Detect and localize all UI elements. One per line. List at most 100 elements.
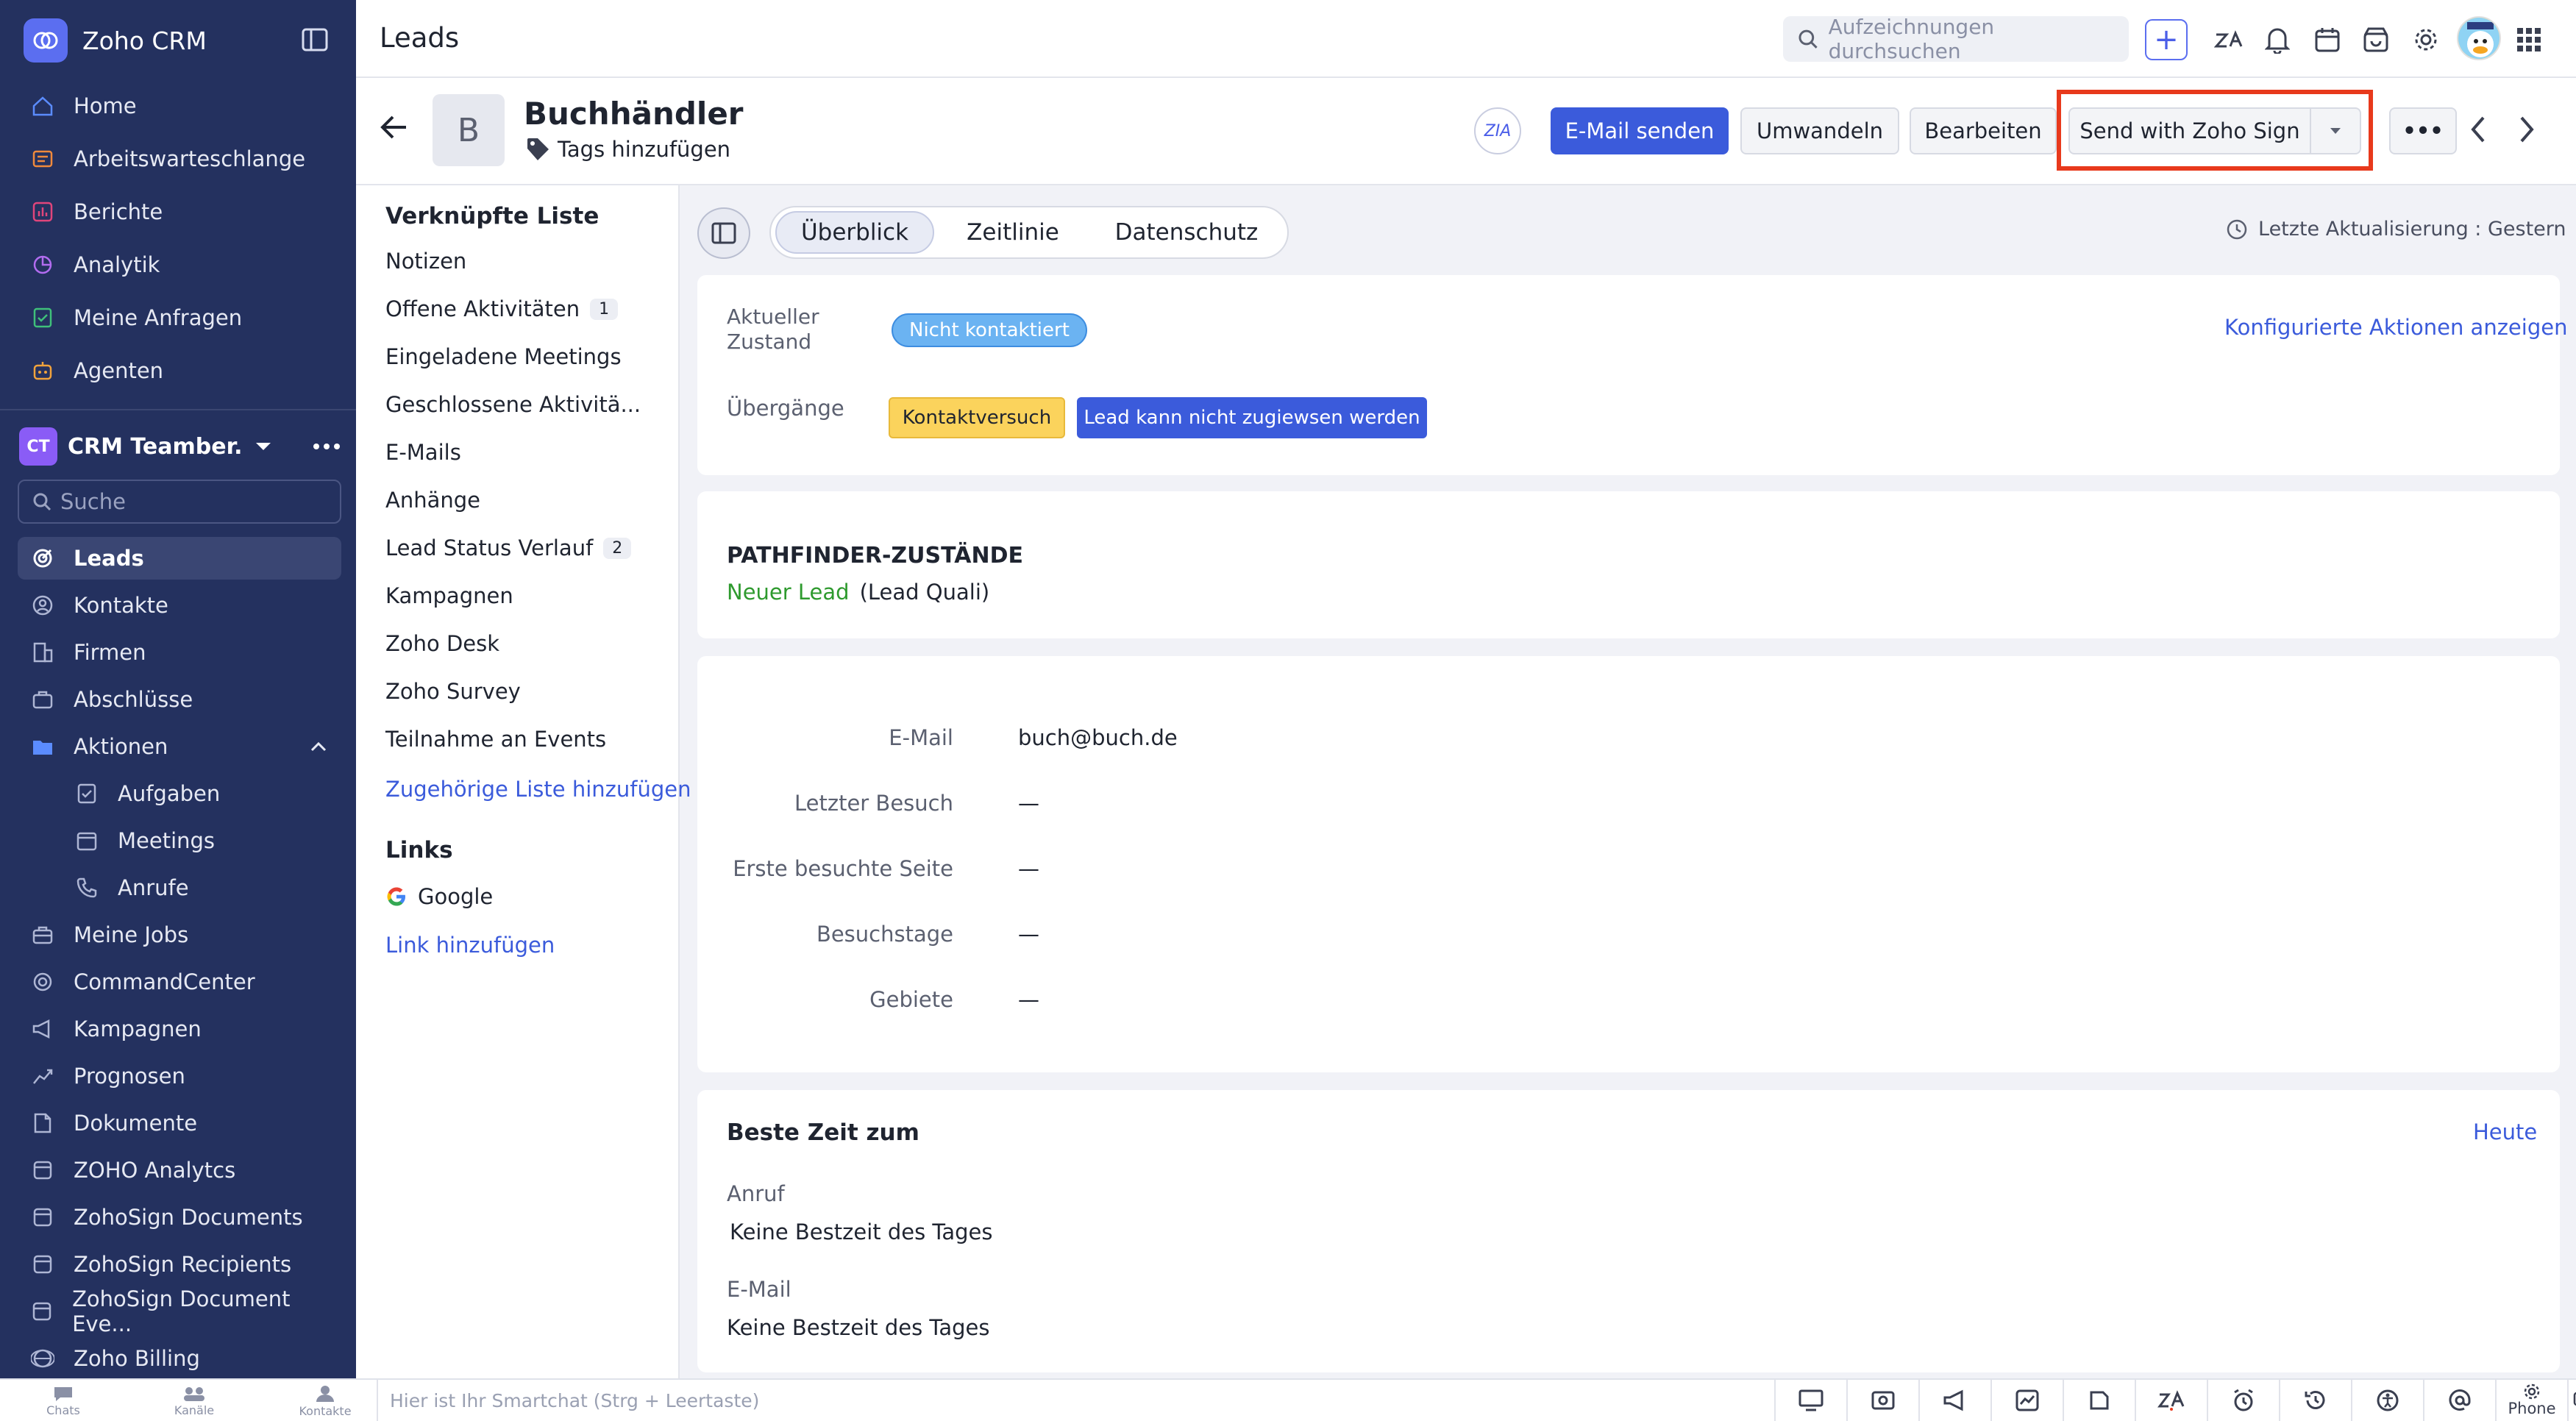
field-value[interactable]: buch@buch.de [1018, 725, 1178, 750]
edit-button[interactable]: Bearbeiten [1910, 107, 2057, 154]
sidebar-item-zoho-analytcs[interactable]: ZOHO Analytcs [18, 1149, 341, 1192]
related-item-zoho-survey[interactable]: Zoho Survey [385, 679, 521, 704]
link-google[interactable]: Google [385, 884, 493, 909]
sidebar-item-leads[interactable]: Leads [18, 537, 341, 580]
google-icon [387, 887, 405, 906]
notifications-bell-icon[interactable] [2261, 24, 2294, 56]
back-arrow-icon[interactable] [380, 115, 409, 140]
zia-icon[interactable] [2213, 24, 2245, 56]
sidebar-item-anrufe[interactable]: Anrufe [18, 866, 341, 909]
screen-share-icon[interactable] [1774, 1380, 1846, 1421]
at-mention-icon[interactable] [2423, 1380, 2495, 1421]
send-with-zoho-sign-button[interactable]: Send with Zoho Sign [2068, 107, 2311, 154]
next-record-icon[interactable] [2517, 115, 2536, 144]
related-item-zoho-desk[interactable]: Zoho Desk [385, 631, 499, 656]
marketplace-icon[interactable] [2360, 24, 2392, 56]
user-avatar[interactable] [2457, 16, 2501, 60]
toggle-related-panel-button[interactable] [697, 207, 750, 259]
sidebar-item-aktionen[interactable]: Aktionen [18, 725, 341, 768]
visitors-icon[interactable] [1846, 1380, 1918, 1421]
smartchat-input[interactable]: Hier ist Ihr Smartchat (Strg + Leertaste… [390, 1390, 759, 1411]
chevron-down-icon[interactable] [255, 441, 272, 452]
tag-icon [527, 138, 549, 160]
related-item-anh-nge[interactable]: Anhänge [385, 488, 480, 513]
chat-bubble-icon[interactable] [2567, 1380, 2576, 1421]
related-item-eingeladene-meetings[interactable]: Eingeladene Meetings [385, 344, 622, 369]
zoho-sign-dropdown-button[interactable] [2310, 107, 2361, 154]
previous-record-icon[interactable] [2469, 115, 2488, 144]
tab-ueberblick[interactable]: Überblick [775, 211, 934, 254]
module-icon [29, 1251, 56, 1278]
alarm-icon[interactable] [2207, 1380, 2279, 1421]
sidebar-item-home[interactable]: Home [18, 85, 341, 127]
related-item-lead-status-verlauf[interactable]: Lead Status Verlauf 2 [385, 535, 632, 560]
field-value: — [1018, 791, 1039, 816]
zia-assist-button[interactable]: ZIA [1474, 107, 1521, 154]
global-search-placeholder: Aufzeichnungen durchsuchen [1828, 15, 1995, 63]
chats-app[interactable]: Chats [19, 1380, 107, 1421]
best-time-today-link[interactable]: Heute [2473, 1119, 2537, 1144]
contacts-app[interactable]: Kontakte [281, 1380, 369, 1421]
utility-tray: Phone [1774, 1380, 2576, 1421]
related-item-e-mails[interactable]: E-Mails [385, 440, 461, 465]
more-actions-button[interactable]: ••• [2389, 107, 2457, 154]
related-item-notizen[interactable]: Notizen [385, 249, 466, 274]
notes-icon[interactable] [2063, 1380, 2135, 1421]
convert-button[interactable]: Umwandeln [1740, 107, 1899, 154]
sidebar-item-zoho-billing[interactable]: Zoho Billing [18, 1337, 341, 1380]
sidebar-item-agenten[interactable]: Agenten [18, 349, 341, 392]
send-email-button[interactable]: E-Mail senden [1551, 107, 1729, 154]
transition-kontaktversuch-button[interactable]: Kontaktversuch [889, 397, 1065, 438]
related-item-kampagnen[interactable]: Kampagnen [385, 583, 513, 608]
sidebar-item-prognosen[interactable]: Prognosen [18, 1055, 341, 1097]
panel-toggle-icon [711, 222, 736, 244]
calendar-icon[interactable] [2311, 24, 2344, 56]
more-icon[interactable] [312, 443, 341, 450]
sidebar-item-meine-anfragen[interactable]: Meine Anfragen [18, 296, 341, 339]
settings-gear-icon[interactable] [2410, 24, 2442, 56]
sidebar-item-berichte[interactable]: Berichte [18, 190, 341, 233]
sidebar-item-kampagnen[interactable]: Kampagnen [18, 1008, 341, 1050]
history-icon[interactable] [2279, 1380, 2351, 1421]
sidebar-item-zohosign-document-eve[interactable]: ZohoSign Document Eve... [18, 1286, 341, 1336]
zia-tray-icon[interactable] [2135, 1380, 2207, 1421]
phone-label: Phone [2508, 1400, 2556, 1417]
brand[interactable]: Zoho CRM [24, 18, 207, 63]
sidebar-item-analytik[interactable]: Analytik [18, 243, 341, 286]
sidebar-item-kontakte[interactable]: Kontakte [18, 584, 341, 627]
accessibility-icon[interactable] [2351, 1380, 2423, 1421]
add-related-list-link[interactable]: Zugehörige Liste hinzufügen [385, 777, 691, 802]
related-item-teilnahme-an-events[interactable]: Teilnahme an Events [385, 727, 606, 752]
add-tags-link[interactable]: Tags hinzufügen [525, 137, 730, 162]
transition-lead-unassignable-button[interactable]: Lead kann nicht zugiewsen werden [1077, 397, 1427, 438]
count-badge: 2 [603, 537, 632, 559]
sidebar-item-abschl-sse[interactable]: Abschlüsse [18, 678, 341, 721]
sidebar-item-meetings[interactable]: Meetings [18, 819, 341, 862]
sidebar-item-zohosign-documents[interactable]: ZohoSign Documents [18, 1196, 341, 1239]
announcements-icon[interactable] [1918, 1380, 1990, 1421]
channels-app[interactable]: Kanäle [150, 1380, 238, 1421]
related-item-geschlossene-aktivit[interactable]: Geschlossene Aktivitä... [385, 392, 641, 417]
sidebar-item-aufgaben[interactable]: Aufgaben [18, 772, 341, 815]
global-search-input[interactable]: Aufzeichnungen durchsuchen [1783, 15, 2129, 63]
sidebar-item-firmen[interactable]: Firmen [18, 631, 341, 674]
sidebar-search-input[interactable]: Suche [18, 480, 341, 524]
sidebar-item-meine-jobs[interactable]: Meine Jobs [18, 914, 341, 956]
phone-widget[interactable]: Phone [2495, 1380, 2567, 1421]
configured-actions-link[interactable]: Konfigurierte Aktionen anzeigen [2224, 315, 2567, 340]
tab-zeitlinie[interactable]: Zeitlinie [934, 211, 1092, 254]
app-grid-icon[interactable] [2513, 24, 2545, 56]
sidebar-item-dokumente[interactable]: Dokumente [18, 1102, 341, 1144]
sidebar-item-commandcenter[interactable]: CommandCenter [18, 961, 341, 1003]
workspace-switcher[interactable]: CT CRM Teamber... [19, 427, 343, 466]
sidebar-item-zohosign-recipients[interactable]: ZohoSign Recipients [18, 1243, 341, 1286]
sidebar-collapse-icon[interactable] [302, 28, 328, 51]
sales-signals-icon[interactable] [1990, 1380, 2063, 1421]
chevron-up-icon[interactable] [310, 741, 327, 752]
create-new-button[interactable]: + [2145, 19, 2188, 60]
sidebar-item-arbeitswarteschlange[interactable]: Arbeitswarteschlange [18, 138, 341, 180]
sidebar-item-label: Aktionen [74, 734, 168, 759]
related-item-offene-aktivit-ten[interactable]: Offene Aktivitäten 1 [385, 296, 619, 321]
tab-datenschutz[interactable]: Datenschutz [1092, 211, 1281, 254]
add-link-link[interactable]: Link hinzufügen [385, 933, 555, 958]
